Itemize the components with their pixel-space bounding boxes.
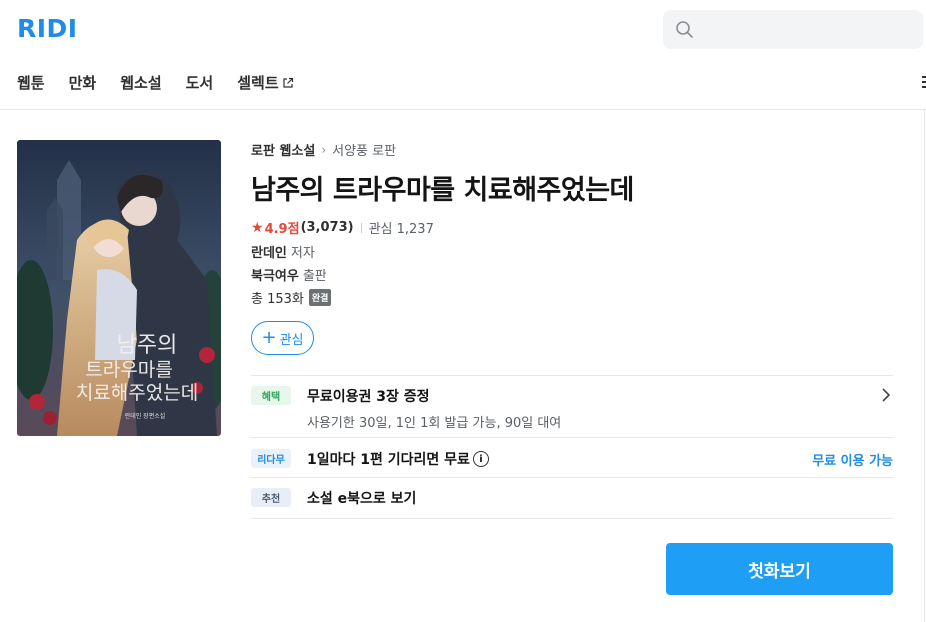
benefit-voucher[interactable]: 혜택 무료이용권 3장 증정 사용기한 30일, 1인 1회 발급 가능, 90… [251,376,893,438]
svg-text:란데인 장편소설: 란데인 장편소설 [125,412,166,420]
favorite-label: 관심 [279,332,304,348]
author-role: 저자 [290,246,315,261]
external-link-icon [283,77,293,88]
nav-webnovel[interactable]: 웹소설 [120,72,161,93]
plus-icon: + [261,327,277,348]
rating-count[interactable]: (3,073) [301,220,354,235]
episode-count: 총 153화 [251,292,304,307]
nav-webtoon[interactable]: 웹툰 [17,72,45,93]
interest-count: 관심 1,237 [368,222,434,237]
benefit-tag: 리다무 [251,449,291,468]
book-title: 남주의 트라우마를 치료해주었는데 [251,175,634,206]
benefit-wait-free: 리다무 1일마다 1편 기다리면 무료 i 무료 이용 가능 [251,438,893,478]
status-badge: 완결 [308,289,332,306]
divider [360,222,362,233]
chevron-right-icon: › [321,142,327,157]
wait-free-title: 1일마다 1편 기다리면 무료 i [307,449,489,469]
benefit-title: 무료이용권 3장 증정 [307,389,430,405]
favorite-button[interactable]: + 관심 [251,321,314,355]
benefit-detail: 사용기한 30일, 1인 1회 발급 가능, 90일 대여 [307,416,562,431]
ebook-link-text: 소설 e북으로 보기 [307,491,417,507]
breadcrumb: 로판 웹소설 › 서양풍 로판 [251,140,396,160]
main-nav: 웹툰 만화 웹소설 도서 셀렉트 [17,72,318,93]
breadcrumb-genre[interactable]: 서양풍 로판 [332,140,396,159]
svg-text:치료해주었는데: 치료해주었는데 [76,382,198,404]
publisher-name[interactable]: 북극여우 [251,265,299,284]
rating-row: ★ 4.9점 (3,073) 관심 1,237 [251,218,434,238]
benefit-ebook[interactable]: 추천 소설 e북으로 보기 [251,478,893,519]
rating-score: 4.9점 [264,222,300,237]
ridi-logo[interactable]: RIDI [17,14,78,43]
benefit-tag: 혜택 [251,386,291,405]
chevron-right-icon [882,388,891,402]
svg-text:남주의: 남주의 [117,333,178,358]
nav-comic[interactable]: 만화 [69,72,97,93]
episodes-row: 총 153화 완결 [251,288,332,307]
publisher-row: 북극여우 출판 [251,265,327,284]
search-input[interactable] [663,10,923,49]
nav-select[interactable]: 셀렉트 [237,72,293,93]
benefit-tag: 추천 [251,488,291,507]
first-episode-button[interactable]: 첫화보기 [666,543,893,595]
author-row: 란데인 저자 [251,242,315,261]
author-name[interactable]: 란데인 [251,242,287,261]
nav-select-label: 셀렉트 [237,74,279,92]
star-icon: ★ [251,219,264,236]
free-available-link[interactable]: 무료 이용 가능 [812,450,893,469]
header-divider [0,109,926,110]
nav-book[interactable]: 도서 [186,72,214,93]
menu-icon[interactable] [922,76,926,89]
breadcrumb-category[interactable]: 로판 웹소설 [251,140,315,159]
publisher-role: 출판 [302,269,327,284]
side-divider [924,110,925,622]
svg-text:트라우마를: 트라우마를 [85,359,172,381]
info-icon[interactable]: i [472,451,489,467]
wait-free-text: 1일마다 1편 기다리면 무료 [307,452,470,468]
search-icon [676,21,693,38]
book-cover[interactable]: 남주의 트라우마를 치료해주었는데 란데인 장편소설 [17,140,221,436]
